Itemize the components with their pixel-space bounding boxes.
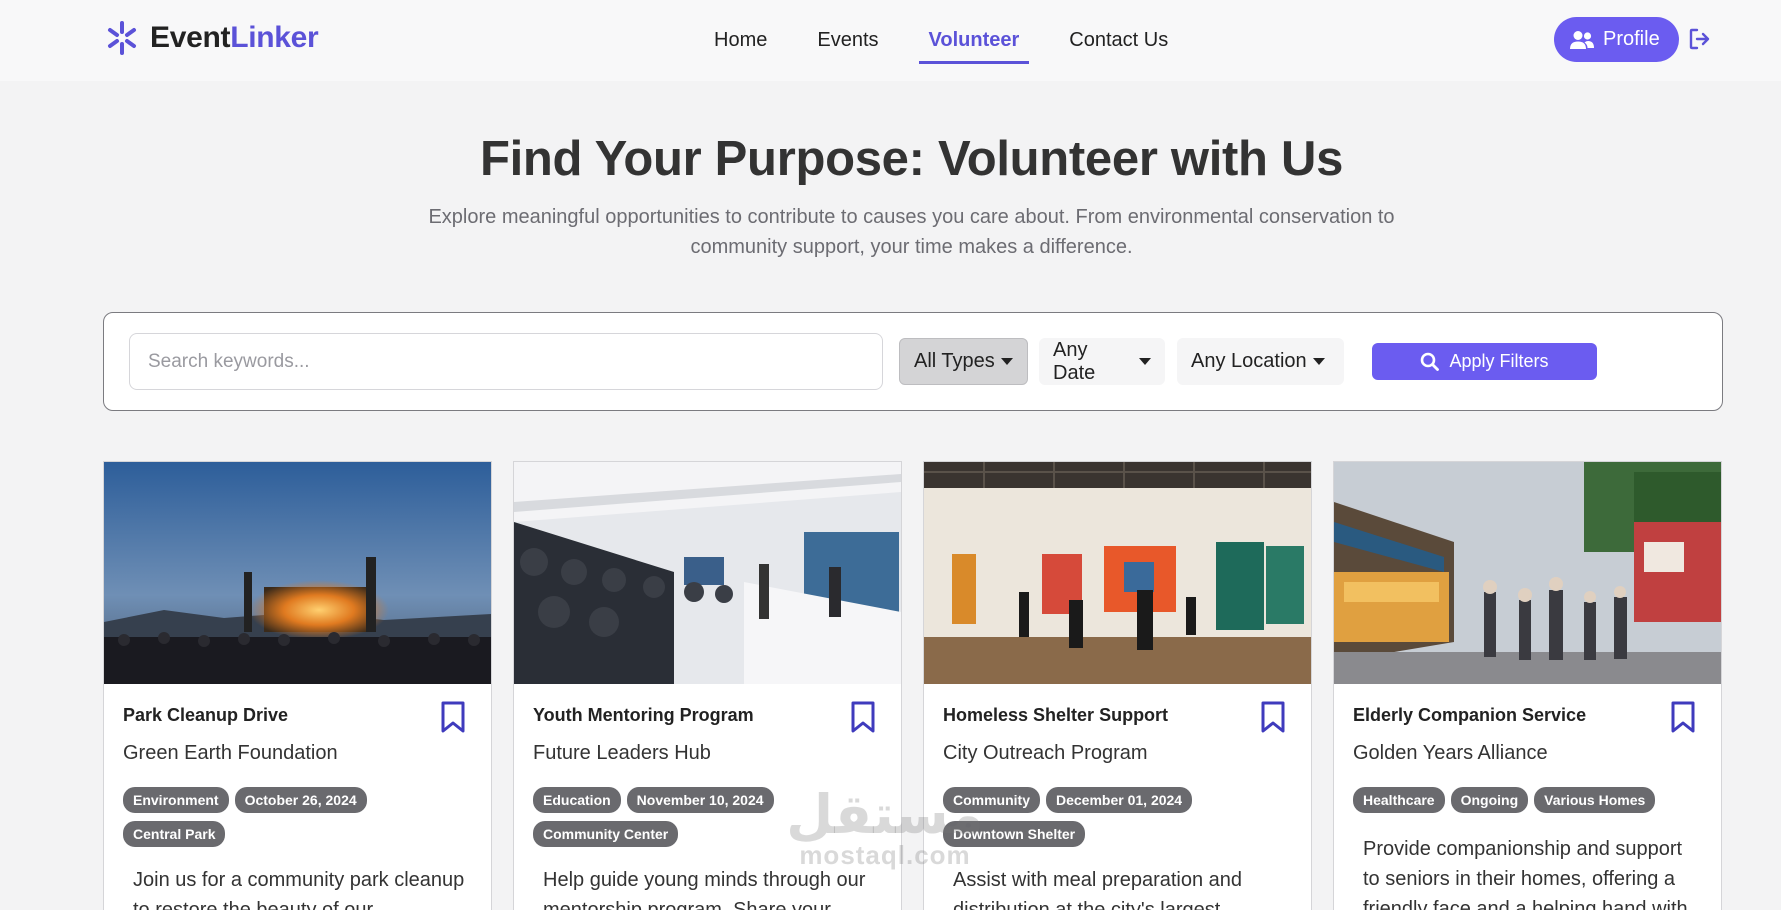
card-organization: Future Leaders Hub: [533, 742, 711, 764]
location-dropdown-label: Any Location: [1191, 350, 1307, 372]
bookmark-icon[interactable]: [1670, 701, 1696, 733]
nav-events[interactable]: Events: [807, 29, 888, 64]
filter-bar: All Types Any Date Any Location Apply Fi…: [103, 312, 1723, 411]
card-tags: Community December 01, 2024 Downtown She…: [943, 787, 1273, 847]
card-title[interactable]: Homeless Shelter Support: [943, 705, 1168, 726]
bookmark-icon[interactable]: [440, 701, 466, 733]
nav-home[interactable]: Home: [704, 29, 777, 64]
tag-location: Various Homes: [1534, 787, 1656, 813]
card-image-street-market: [1334, 462, 1721, 684]
apply-filters-button[interactable]: Apply Filters: [1372, 343, 1597, 380]
search-input[interactable]: [129, 333, 883, 390]
users-icon: [1570, 30, 1594, 49]
caret-down-icon: [1312, 358, 1325, 365]
card-description: Join us for a community park cleanup to …: [133, 869, 465, 910]
opportunity-card[interactable]: Park Cleanup Drive Green Earth Foundatio…: [103, 461, 492, 910]
card-organization: City Outreach Program: [943, 742, 1148, 764]
profile-label: Profile: [1603, 28, 1660, 50]
card-organization: Golden Years Alliance: [1353, 742, 1548, 764]
caret-down-icon: [1000, 358, 1013, 365]
page-subtitle: Explore meaningful opportunities to cont…: [428, 206, 1395, 258]
caret-down-icon: [1139, 358, 1151, 365]
tag-category: Community: [943, 787, 1040, 813]
main-nav: Home Events Volunteer Contact Us: [704, 29, 1208, 64]
brand-name: EventLinker: [150, 21, 319, 54]
bookmark-icon[interactable]: [850, 701, 876, 733]
nav-contact-us[interactable]: Contact Us: [1059, 29, 1178, 64]
card-tags: Education November 10, 2024 Community Ce…: [533, 787, 863, 847]
card-image-art-gallery: [924, 462, 1311, 684]
date-dropdown[interactable]: Any Date: [1039, 338, 1165, 385]
tag-date: Ongoing: [1450, 787, 1529, 813]
card-tags: Healthcare Ongoing Various Homes: [1353, 787, 1683, 813]
card-organization: Green Earth Foundation: [123, 742, 338, 764]
card-title[interactable]: Elderly Companion Service: [1353, 705, 1586, 726]
card-title[interactable]: Park Cleanup Drive: [123, 705, 288, 726]
opportunity-card[interactable]: Elderly Companion Service Golden Years A…: [1333, 461, 1722, 910]
tag-location: Community Center: [533, 821, 679, 847]
location-dropdown[interactable]: Any Location: [1177, 338, 1344, 385]
apply-filters-label: Apply Filters: [1449, 351, 1549, 371]
card-description: Provide companionship and support to sen…: [1363, 838, 1688, 910]
tag-category: Environment: [123, 787, 229, 813]
tag-date: December 01, 2024: [1046, 787, 1193, 813]
card-tags: Environment October 26, 2024 Central Par…: [123, 787, 453, 847]
tag-location: Central Park: [123, 821, 226, 847]
sparkle-logo-icon: [108, 21, 136, 55]
card-description: Help guide young minds through our mento…: [543, 869, 866, 910]
tag-category: Education: [533, 787, 621, 813]
card-image-concert: [104, 462, 491, 684]
search-icon: [1421, 352, 1440, 371]
tag-date: November 10, 2024: [626, 787, 774, 813]
card-image-conference-hall: [514, 462, 901, 684]
tag-location: Downtown Shelter: [943, 821, 1086, 847]
bookmark-icon[interactable]: [1260, 701, 1286, 733]
nav-volunteer[interactable]: Volunteer: [918, 29, 1030, 64]
opportunity-card[interactable]: Youth Mentoring Program Future Leaders H…: [513, 461, 902, 910]
navbar: EventLinker Home Events Volunteer Contac…: [0, 0, 1781, 81]
profile-button[interactable]: Profile: [1554, 17, 1679, 62]
page-title: Find Your Purpose: Volunteer with Us: [479, 132, 1344, 186]
brand-logo[interactable]: EventLinker: [104, 20, 319, 56]
opportunity-card[interactable]: Homeless Shelter Support City Outreach P…: [923, 461, 1312, 910]
logout-icon[interactable]: [1689, 28, 1711, 50]
card-description: Assist with meal preparation and distrib…: [953, 869, 1243, 910]
tag-category: Healthcare: [1353, 787, 1445, 813]
type-dropdown[interactable]: All Types: [899, 338, 1028, 385]
type-dropdown-label: All Types: [914, 350, 995, 372]
tag-date: October 26, 2024: [234, 787, 367, 813]
card-title[interactable]: Youth Mentoring Program: [533, 705, 754, 726]
date-dropdown-label: Any Date: [1053, 338, 1096, 384]
